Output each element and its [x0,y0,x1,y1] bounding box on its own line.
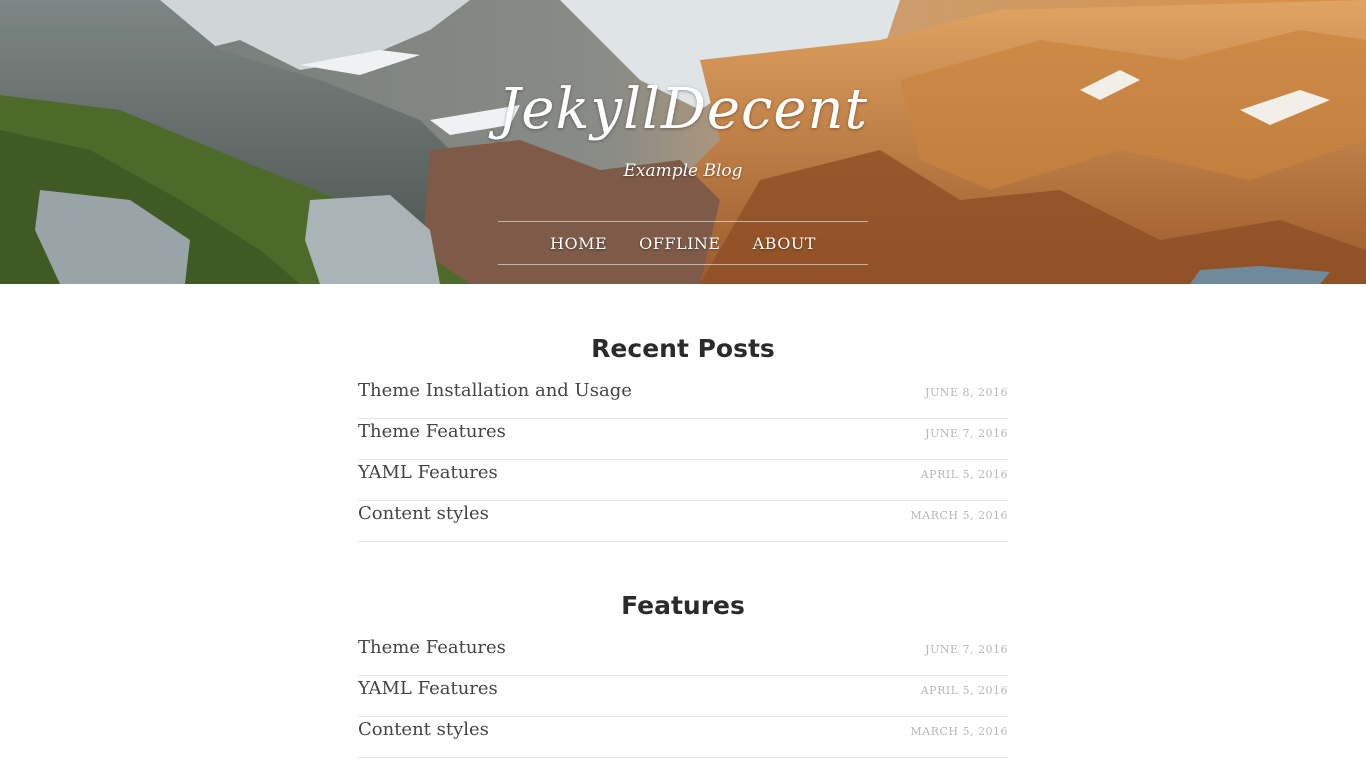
post-list-item: Content styles MARCH 5, 2016 [358,717,1008,758]
post-list-item: Content styles MARCH 5, 2016 [358,501,1008,542]
section-title: Features [621,591,745,620]
post-title-link[interactable]: Content styles [358,719,489,740]
site-subtitle: Example Blog [623,161,743,181]
post-date: MARCH 5, 2016 [910,725,1008,738]
post-title-link[interactable]: Theme Installation and Usage [358,380,632,401]
post-date: APRIL 5, 2016 [920,468,1008,481]
post-list: Theme Features JUNE 7, 2016 YAML Feature… [358,635,1008,758]
post-date: MARCH 5, 2016 [910,509,1008,522]
nav-offline-link[interactable]: OFFLINE [639,234,720,253]
post-list-item: YAML Features APRIL 5, 2016 [358,460,1008,501]
site-title[interactable]: JekyllDecent [0,70,1366,150]
post-title-link[interactable]: Theme Features [358,421,506,442]
header-overlay: JekyllDecent Example Blog HOME OFFLINE A… [0,0,1366,284]
post-list-item: Theme Features JUNE 7, 2016 [358,635,1008,676]
features-section: Features Theme Features JUNE 7, 2016 YAM… [358,591,1008,758]
section-title: Recent Posts [591,334,775,363]
nav-home-link[interactable]: HOME [550,234,607,253]
post-list-item: Theme Installation and Usage JUNE 8, 201… [358,378,1008,419]
post-date: JUNE 7, 2016 [925,427,1008,440]
post-title-link[interactable]: Theme Features [358,637,506,658]
post-title-link[interactable]: Content styles [358,503,489,524]
recent-posts-section: Recent Posts Theme Installation and Usag… [358,334,1008,542]
post-list-item: YAML Features APRIL 5, 2016 [358,676,1008,717]
post-list-item: Theme Features JUNE 7, 2016 [358,419,1008,460]
post-date: JUNE 8, 2016 [925,386,1008,399]
site-header: JekyllDecent Example Blog HOME OFFLINE A… [0,0,1366,284]
post-list: Theme Installation and Usage JUNE 8, 201… [358,378,1008,542]
post-date: APRIL 5, 2016 [920,684,1008,697]
nav-about-link[interactable]: ABOUT [753,234,816,253]
post-title-link[interactable]: YAML Features [358,462,498,483]
main-nav: HOME OFFLINE ABOUT [498,221,868,265]
post-title-link[interactable]: YAML Features [358,678,498,699]
post-date: JUNE 7, 2016 [925,643,1008,656]
